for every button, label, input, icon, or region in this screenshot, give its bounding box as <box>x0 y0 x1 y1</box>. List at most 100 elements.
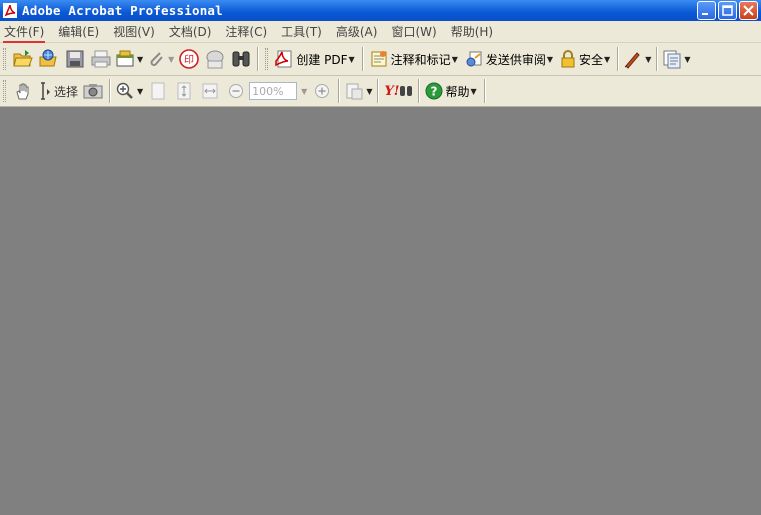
select-tool-button[interactable]: 选择 <box>36 78 80 104</box>
zoom-in-icon <box>116 82 133 99</box>
menu-bar: 文件(F) 编辑(E) 视图(V) 文档(D) 注释(C) 工具(T) 高级(A… <box>0 21 761 43</box>
save-button[interactable] <box>62 46 88 72</box>
stamp-icon: 印 <box>179 49 200 69</box>
minimize-button[interactable] <box>697 1 716 20</box>
zoom-dropdown-icon[interactable]: ▼ <box>137 87 143 96</box>
toolbar-separator <box>418 79 421 103</box>
toolbar-separator <box>617 47 620 71</box>
document-workspace[interactable] <box>0 108 761 515</box>
rotate-dropdown-icon[interactable]: ▼ <box>366 87 372 96</box>
fit-page-icon <box>177 82 191 100</box>
send-review-icon <box>466 51 482 67</box>
comment-markup-button[interactable]: 注释和标记 ▼ <box>367 46 462 72</box>
print-button[interactable] <box>88 46 114 72</box>
minimize-icon <box>702 13 708 15</box>
open-icon <box>13 50 33 67</box>
actual-size-button[interactable] <box>145 78 171 104</box>
toolbar-grip[interactable] <box>265 48 269 70</box>
email-button[interactable] <box>114 46 136 72</box>
snapshot-button[interactable] <box>80 78 106 104</box>
email-dropdown-icon[interactable]: ▼ <box>137 55 143 64</box>
page-icon <box>151 82 165 100</box>
sign-button[interactable] <box>622 46 644 72</box>
create-pdf-icon <box>275 50 292 68</box>
toolbar-grip[interactable] <box>3 48 6 70</box>
menu-window[interactable]: 窗口(W) <box>391 23 436 40</box>
forms-dropdown-icon[interactable]: ▼ <box>684 55 690 64</box>
toolbar-separator <box>483 79 486 103</box>
menu-document[interactable]: 文档(D) <box>169 23 212 40</box>
pen-icon <box>624 52 640 69</box>
fit-page-button[interactable] <box>171 78 197 104</box>
chevron-down-icon: ▼ <box>546 54 554 64</box>
rotate-view-button[interactable] <box>343 78 365 104</box>
zoom-in-circle-icon <box>315 84 330 98</box>
rotate-page-icon <box>346 83 363 100</box>
fit-width-button[interactable] <box>197 78 223 104</box>
zoom-out-icon <box>229 84 244 98</box>
toolbar-separator <box>257 47 260 71</box>
menu-advanced[interactable]: 高级(A) <box>336 23 378 40</box>
camera-icon <box>83 84 103 99</box>
toolbar-grip[interactable] <box>3 80 6 102</box>
comment-icon <box>206 50 224 69</box>
zoom-out-button[interactable] <box>223 78 249 104</box>
send-review-label: 发送供审阅 <box>485 52 546 67</box>
svg-text:印: 印 <box>184 54 194 66</box>
chevron-down-icon: ▼ <box>451 54 458 64</box>
stamp-button[interactable]: 印 <box>176 46 202 72</box>
chevron-down-icon: ▼ <box>470 86 477 96</box>
text-cursor-icon <box>41 82 50 100</box>
menu-tools[interactable]: 工具(T) <box>281 23 322 40</box>
hand-icon <box>16 83 29 100</box>
yahoo-search-button[interactable]: Y! <box>382 78 415 104</box>
window-title: Adobe Acrobat Professional <box>22 3 223 18</box>
maximize-button[interactable] <box>718 1 737 20</box>
toolbar-separator <box>656 47 659 71</box>
binoculars-icon <box>400 86 413 96</box>
file-toolbar: ▼ ▼ 印 创建 PDF ▼ 注释和标记 ▼ 发送供审阅 ▼ 安全 ▼ ▼ ▼ <box>0 43 761 76</box>
attach-button[interactable] <box>145 46 167 72</box>
chevron-down-icon: ▼ <box>348 54 355 64</box>
organizer-button[interactable] <box>36 46 62 72</box>
fit-width-icon <box>202 83 218 99</box>
attach-icon <box>150 52 163 66</box>
zoom-in-button[interactable] <box>114 78 136 104</box>
menu-help[interactable]: 帮助(H) <box>451 23 493 40</box>
search-icon <box>232 51 250 67</box>
organizer-icon <box>39 49 57 67</box>
send-review-button[interactable]: 发送供审阅 ▼ <box>462 46 557 72</box>
forms-icon <box>663 50 681 69</box>
help-button[interactable]: ? 帮助 ▼ <box>423 78 480 104</box>
comment-button[interactable] <box>202 46 228 72</box>
yahoo-logo-icon: Y! <box>384 83 400 99</box>
zoom-input[interactable] <box>249 82 298 100</box>
lock-icon <box>561 50 575 68</box>
sign-dropdown-icon[interactable]: ▼ <box>645 55 651 64</box>
select-label: 选择 <box>54 84 79 99</box>
hand-tool-button[interactable] <box>10 78 36 104</box>
svg-text:?: ? <box>431 85 438 99</box>
toolbar-separator <box>377 79 380 103</box>
toolbar-separator <box>361 47 364 71</box>
acrobat-logo-icon <box>2 3 18 19</box>
forms-button[interactable] <box>661 46 683 72</box>
open-button[interactable] <box>10 46 36 72</box>
attach-dropdown-icon[interactable]: ▼ <box>168 55 174 64</box>
security-button[interactable]: 安全 ▼ <box>557 46 614 72</box>
zoom-level-dropdown-icon[interactable]: ▼ <box>301 87 307 96</box>
zoom-in-small-button[interactable] <box>309 78 335 104</box>
comment-markup-icon <box>371 51 387 67</box>
close-button[interactable] <box>739 1 758 20</box>
save-icon <box>66 50 84 68</box>
email-icon <box>116 50 134 67</box>
menu-file[interactable]: 文件(F) <box>2 23 46 43</box>
menu-view[interactable]: 视图(V) <box>113 23 155 40</box>
search-button[interactable] <box>228 46 254 72</box>
maximize-icon <box>722 5 733 16</box>
toolbar-separator <box>338 79 341 103</box>
create-pdf-button[interactable]: 创建 PDF ▼ <box>272 46 358 72</box>
comment-markup-label: 注释和标记 <box>390 52 451 67</box>
menu-comments[interactable]: 注释(C) <box>225 23 267 40</box>
menu-edit[interactable]: 编辑(E) <box>58 23 99 40</box>
